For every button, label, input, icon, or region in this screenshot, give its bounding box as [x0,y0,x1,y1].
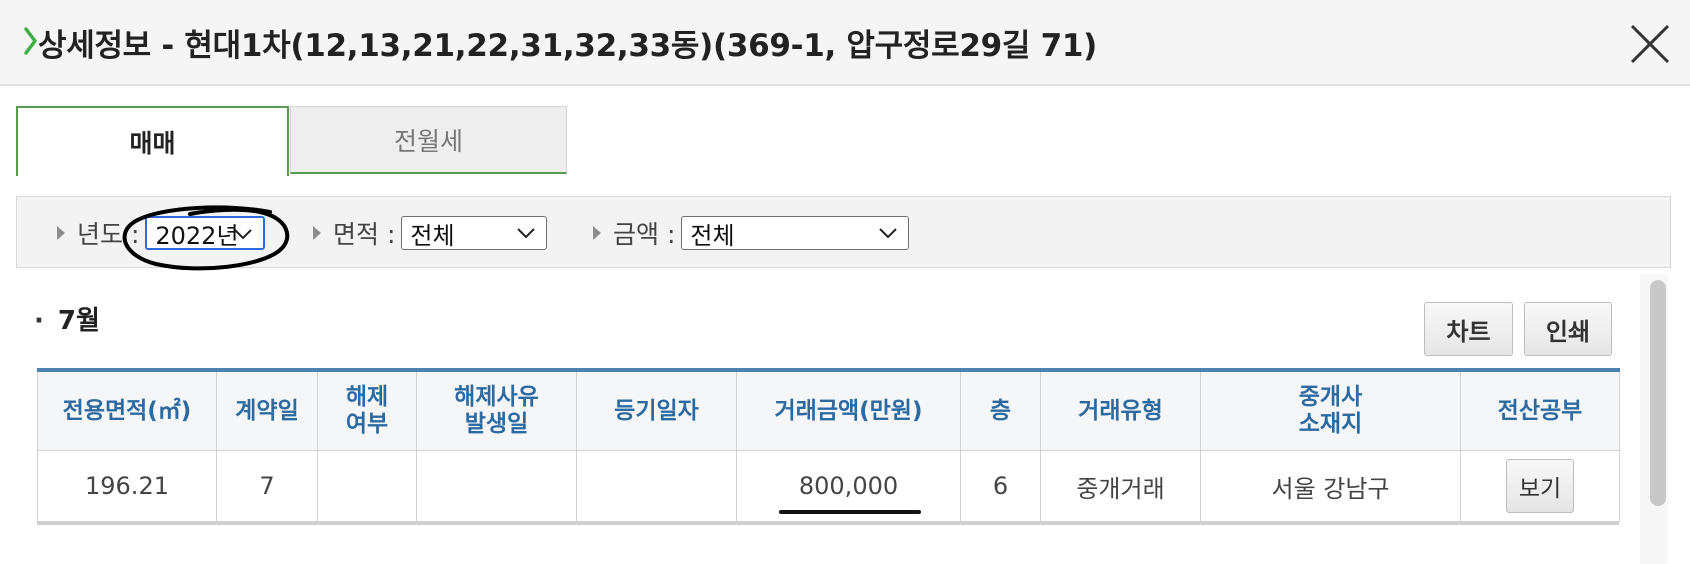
filter-year-label: 년도 : [77,220,140,249]
col-header-registered: 등기일자 [576,369,737,451]
cell-cancel [317,450,417,522]
cell-contract-day: 7 [216,450,318,522]
filter-price-label: 금액 : [613,220,676,249]
filter-price: 금액 : 전체 [593,197,910,269]
chart-button[interactable]: 차트 [1424,302,1513,356]
dialog-title: 상세정보 - 현대1차(12,13,21,22,31,32,33동)(369-1… [38,28,1097,64]
year-select[interactable]: 2022년 [145,216,266,250]
price-select[interactable]: 전체 [681,216,910,250]
handdrawn-underline-annotation [779,510,921,514]
col-header-records: 전산공부 [1460,369,1620,451]
cell-cancel-date [416,450,577,522]
view-records-button[interactable]: 보기 [1506,459,1574,513]
col-header-price: 거래금액(만원) [736,369,961,451]
area-select[interactable]: 전체 [401,216,548,250]
table-header-row: 전용면적(㎡) 계약일 해제 여부 해제사유 발생일 등기일자 거래금액(만원)… [37,369,1620,451]
chevron-down-icon [517,228,536,239]
bullet-arrow-icon [57,226,65,240]
transactions-table: 전용면적(㎡) 계약일 해제 여부 해제사유 발생일 등기일자 거래금액(만원)… [37,368,1620,522]
price-value: 800,000 [798,472,899,500]
cell-area: 196.21 [37,450,217,522]
filter-area-label: 면적 : [333,220,396,249]
col-header-cancel-date: 해제사유 발생일 [416,369,577,451]
year-select-value: 2022년 [155,221,239,250]
col-header-contract-day: 계약일 [216,369,318,451]
filter-year: 년도 : 2022년 [57,197,266,269]
cell-broker-location: 서울 강남구 [1200,450,1461,522]
col-header-broker-location: 중개사 소재지 [1200,369,1461,451]
chevron-down-icon [879,228,898,239]
col-header-deal-type: 거래유형 [1040,369,1201,451]
tab-sale[interactable]: 매매 [16,106,289,176]
cell-records: 보기 [1460,450,1620,522]
month-bullet: · [34,306,44,336]
cell-floor: 6 [960,450,1041,522]
col-header-area: 전용면적(㎡) [37,369,217,451]
filter-area: 면적 : 전체 [313,197,548,269]
bullet-arrow-icon [313,226,321,240]
table-bottom-border [37,521,1619,525]
month-label: 7월 [57,306,100,336]
dialog-header: 상세정보 - 현대1차(12,13,21,22,31,32,33동)(369-1… [0,0,1690,86]
month-heading: · 7월 [34,300,100,337]
table-row: 196.21 7 800,000 6 중개거래 서울 강남구 보기 [37,450,1620,522]
cell-price: 800,000 [736,450,961,522]
scrollbar-thumb[interactable] [1650,280,1666,506]
area-select-value: 전체 [410,221,455,250]
price-select-value: 전체 [690,221,735,250]
col-header-cancel: 해제 여부 [317,369,417,451]
cell-registered [576,450,737,522]
cell-deal-type: 중개거래 [1040,450,1201,522]
col-header-floor: 층 [960,369,1041,451]
print-button[interactable]: 인쇄 [1524,302,1612,356]
bullet-arrow-icon [593,226,601,240]
chevron-down-icon [234,229,253,240]
tab-rent[interactable]: 전월세 [290,106,567,174]
filter-bar: 년도 : 2022년 면적 : 전체 금액 : 전체 [16,196,1671,268]
tab-bar: 매매 전월세 [16,106,568,176]
close-icon[interactable] [1628,22,1672,66]
chevron-right-icon [24,27,37,55]
